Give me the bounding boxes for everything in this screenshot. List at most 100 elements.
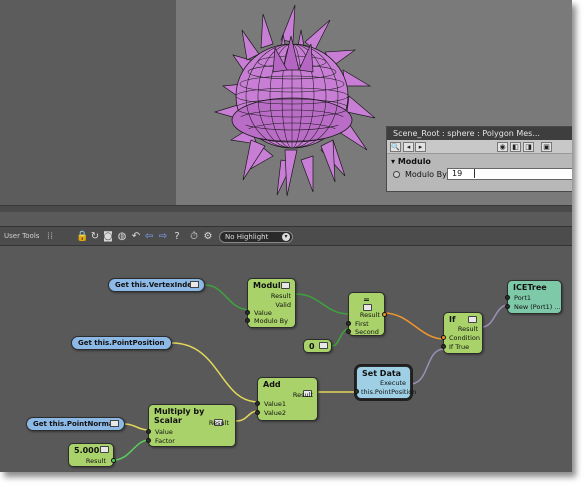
- node-title: Add: [263, 380, 281, 389]
- scalar-node[interactable]: 5.000 Result: [68, 443, 116, 467]
- input-pin[interactable]: [255, 410, 260, 415]
- integer-value[interactable]: 0: [309, 342, 315, 351]
- timer-icon[interactable]: ⏱: [188, 231, 200, 243]
- highlight-dropdown[interactable]: No Highlight ▾: [219, 231, 293, 243]
- node-title: =: [363, 295, 370, 304]
- wire-vertexindex-modulo: [204, 284, 251, 311]
- grip-icon: ⁞⁞: [46, 231, 54, 242]
- input-pin[interactable]: [505, 304, 510, 309]
- forward-arrow-icon[interactable]: ▸: [415, 142, 426, 152]
- undo-icon[interactable]: ↶: [130, 231, 142, 243]
- add-node[interactable]: Add Result Value1 Value2: [255, 377, 318, 421]
- port-factor: Factor: [155, 437, 175, 445]
- port-result: Result: [292, 391, 313, 399]
- modulo-by-field[interactable]: 19: [447, 168, 572, 180]
- modulo-section-header[interactable]: ▾ Modulo: [387, 154, 572, 167]
- input-pin[interactable]: [441, 344, 446, 349]
- node-menu-icon[interactable]: [100, 446, 109, 453]
- port-new-port: New (Port1) ...: [514, 303, 561, 311]
- 3d-viewport[interactable]: Scene_Root : sphere : Polygon Mes... 🔍 ◂…: [0, 0, 572, 212]
- get-vertexindex-node[interactable]: Get this.VertexIndex: [108, 278, 205, 292]
- input-pin[interactable]: [346, 321, 351, 326]
- input-pin[interactable]: [245, 310, 250, 315]
- wire-pointnormal-multiply: [124, 423, 150, 431]
- input-pin[interactable]: [255, 401, 260, 406]
- output-pin[interactable]: [382, 312, 387, 317]
- input-pin[interactable]: [346, 329, 351, 334]
- highlight-value: No Highlight: [225, 233, 269, 241]
- wire-equal-if: [383, 312, 445, 340]
- get-pointposition-node[interactable]: Get this.PointPosition: [71, 336, 172, 350]
- port-value: Value: [254, 309, 272, 317]
- clear-icon[interactable]: ◙: [102, 231, 114, 243]
- icetree-node[interactable]: ICETree Port1 New (Port1) ...: [505, 280, 562, 314]
- globe-icon[interactable]: ◍: [116, 231, 128, 243]
- port-execute: Execute: [380, 379, 406, 387]
- input-pin[interactable]: [354, 389, 359, 394]
- setdata-node[interactable]: Set Data Execute this.PointPosition: [354, 366, 416, 399]
- save-icon[interactable]: ◨: [523, 142, 534, 152]
- node-menu-icon[interactable]: [363, 304, 372, 311]
- panel-toolbar: 🔍 ◂ ▸ ◉ ◧ ◨ ▣: [387, 140, 572, 154]
- input-pin[interactable]: [505, 295, 510, 300]
- port-result: Result: [208, 419, 229, 427]
- modulo-by-row: Modulo By 19: [387, 167, 572, 183]
- port-result: Result: [85, 457, 106, 465]
- viewport-divider[interactable]: [0, 205, 572, 212]
- input-pin[interactable]: [146, 438, 151, 443]
- animation-icon[interactable]: [393, 171, 400, 178]
- refresh-icon[interactable]: ↻: [89, 231, 101, 243]
- modulo-by-slider[interactable]: [474, 169, 475, 178]
- port-if-true: If True: [449, 343, 470, 351]
- node-menu-icon[interactable]: [281, 282, 290, 289]
- scalar-value[interactable]: 5.000: [74, 446, 99, 455]
- property-panel[interactable]: Scene_Root : sphere : Polygon Mes... 🔍 ◂…: [386, 126, 572, 192]
- node-menu-icon[interactable]: [110, 420, 119, 427]
- node-menu-icon[interactable]: [319, 342, 328, 349]
- input-pin[interactable]: [146, 429, 151, 434]
- ice-toolbar: User Tools ⁞⁞ 🔒 ↻ ◙ ◍ ↶ ⇦ ⇨ ? ⏱ ⚙ No Hig…: [0, 226, 572, 246]
- forward-arrow-icon[interactable]: ⇨: [157, 231, 169, 243]
- equal-node[interactable]: = Result First Second: [346, 292, 387, 336]
- port-second: Second: [355, 328, 379, 336]
- back-arrow-icon[interactable]: ⇦: [143, 231, 155, 243]
- ice-tree-canvas[interactable]: Get this.VertexIndex Get this.PointPosit…: [0, 247, 572, 472]
- panel-title-bar[interactable]: Scene_Root : sphere : Polygon Mes...: [387, 127, 572, 140]
- lock-icon[interactable]: ▣: [541, 142, 552, 152]
- help-icon[interactable]: ?: [171, 231, 183, 243]
- port-modulo-by: Modulo By: [254, 317, 288, 325]
- spiky-sphere-mesh[interactable]: [195, 0, 385, 200]
- node-label: Get this.PointPosition: [78, 339, 165, 347]
- node-label: Get this.VertexIndex: [115, 281, 197, 289]
- output-pin[interactable]: [111, 458, 116, 463]
- port-result: Result: [359, 311, 380, 319]
- port-value: Value: [155, 428, 173, 436]
- back-arrow-icon[interactable]: ◂: [403, 142, 414, 152]
- panel-title: Scene_Root : sphere : Polygon Mes...: [393, 129, 540, 138]
- multiply-by-scalar-node[interactable]: Multiply by Scalar Result Value Factor: [146, 404, 236, 447]
- node-title: ICETree: [513, 283, 547, 292]
- wire-setdata-if: [409, 348, 445, 385]
- get-pointnormal-node[interactable]: Get this.PointNormal: [26, 417, 125, 431]
- section-label: Modulo: [397, 157, 431, 166]
- if-node[interactable]: If Result Condition If True: [441, 312, 483, 354]
- input-pin[interactable]: [441, 335, 446, 340]
- port-pointposition: this.PointPosition: [361, 388, 417, 396]
- node-title: Set Data: [362, 369, 402, 378]
- wire-if-icetree: [481, 304, 509, 328]
- settings-icon[interactable]: ⚙: [202, 231, 214, 243]
- search-icon[interactable]: 🔍: [390, 142, 401, 152]
- wire-pointpos-add: [171, 342, 259, 403]
- node-menu-icon[interactable]: [468, 316, 477, 323]
- input-pin[interactable]: [245, 318, 250, 323]
- node-menu-icon[interactable]: [190, 281, 199, 288]
- modulo-node[interactable]: Modulo Result Valid Value Modulo By: [245, 278, 296, 328]
- preset-icon[interactable]: ◉: [497, 142, 508, 152]
- load-icon[interactable]: ◧: [510, 142, 521, 152]
- port-valid: Valid: [275, 301, 291, 309]
- port-port1: Port1: [514, 294, 532, 302]
- zero-integer-node[interactable]: 0: [303, 339, 332, 353]
- port-result: Result: [457, 325, 478, 333]
- port-value1: Value1: [264, 400, 286, 408]
- lock-icon[interactable]: 🔒: [76, 231, 88, 243]
